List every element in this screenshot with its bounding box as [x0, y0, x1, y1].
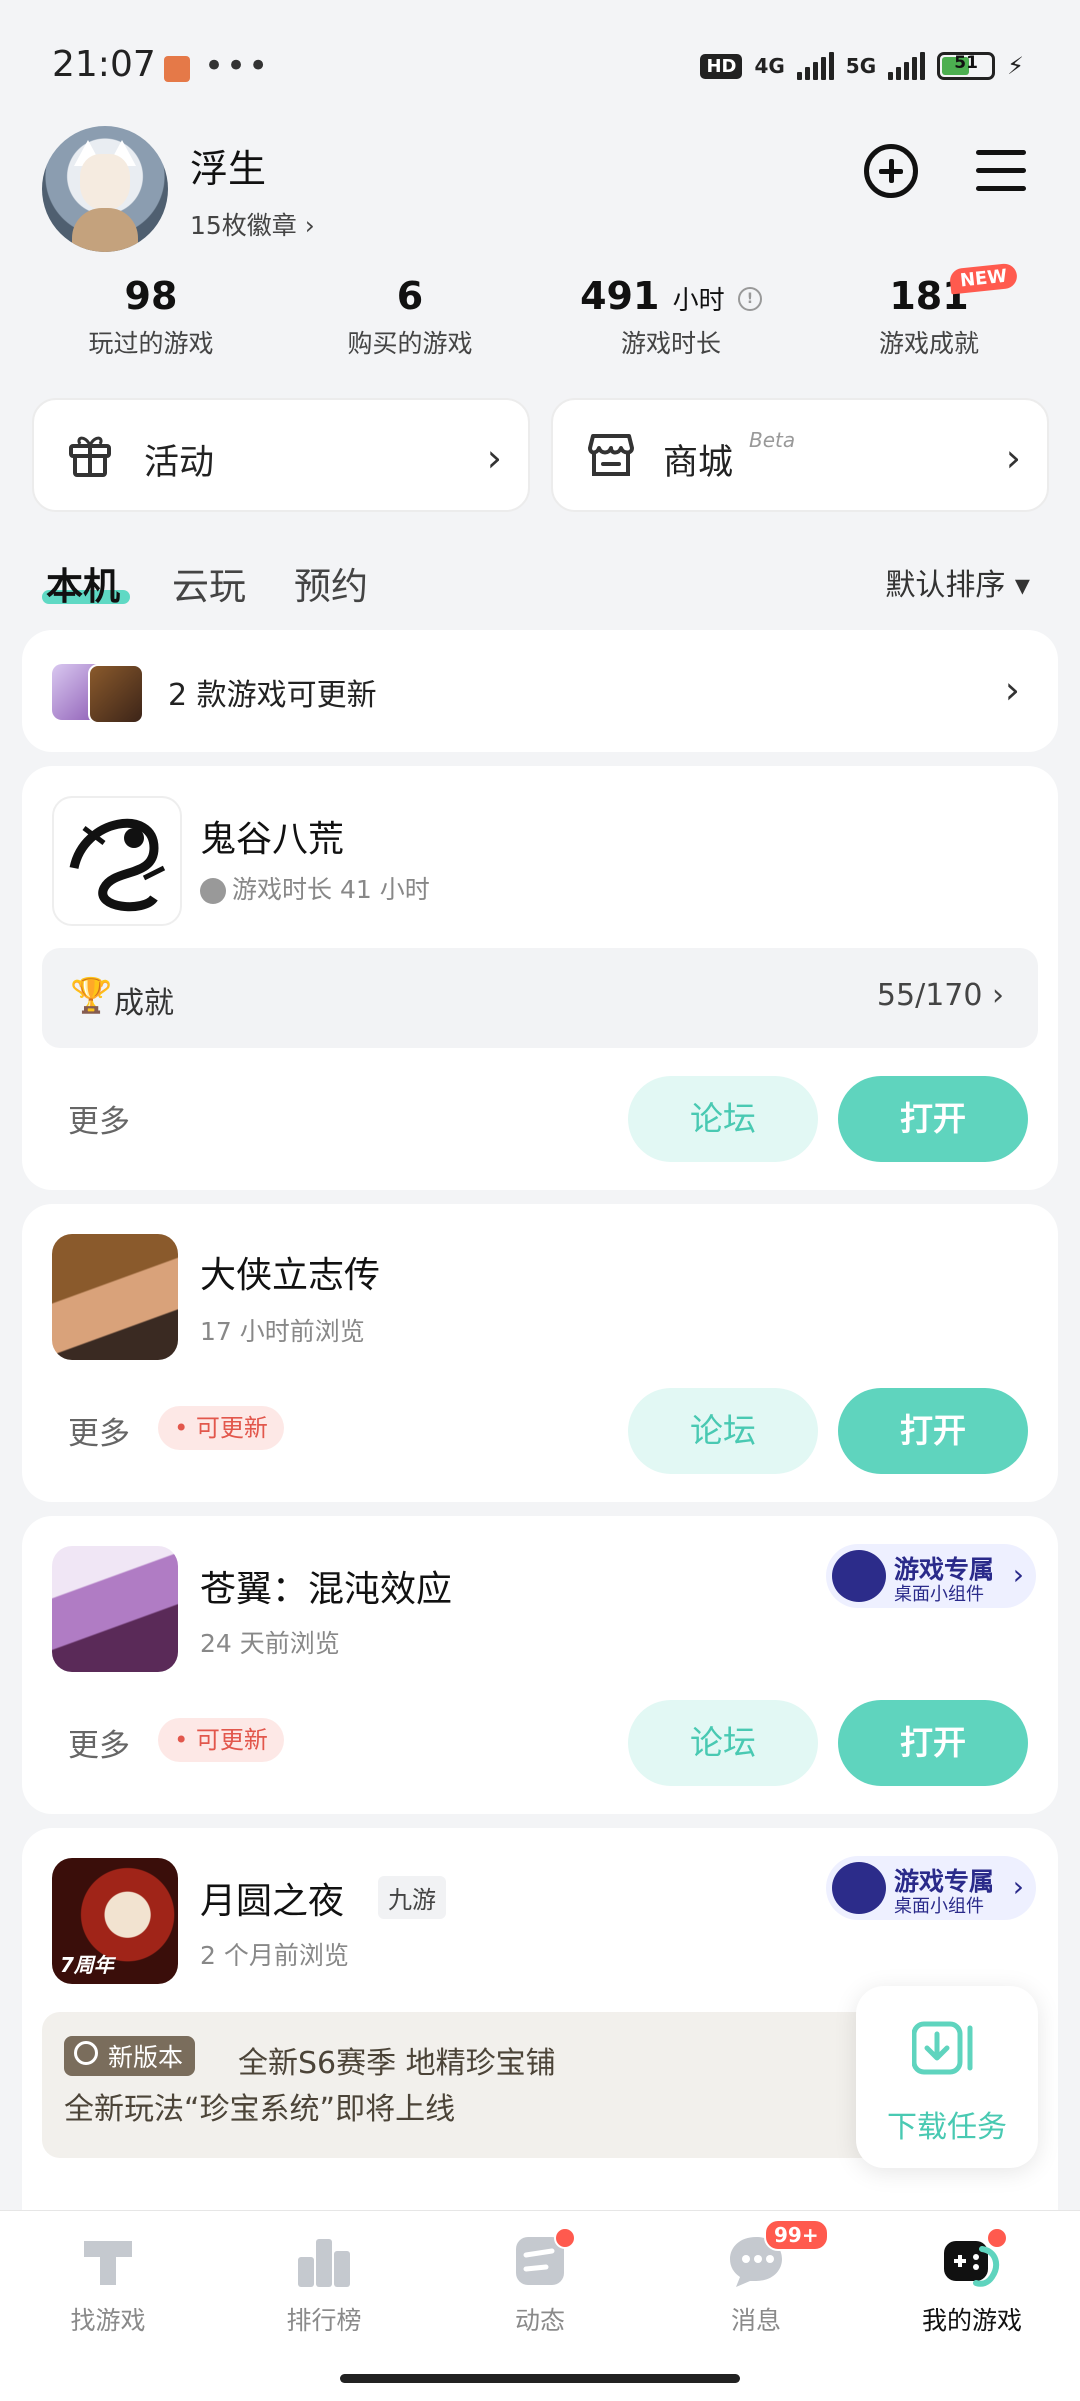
message-icon: 99+ [726, 2219, 829, 2291]
game-card: 鬼谷八荒 游戏时长 41 小时 🏆 成就 55/170 › 更多 论坛 打开 [22, 766, 1058, 1190]
open-button[interactable]: 打开 [838, 1076, 1028, 1162]
beta-tag: Beta [749, 428, 796, 452]
store-entry[interactable]: 商城 Beta › [551, 398, 1049, 512]
more-button[interactable]: 更多 [68, 1408, 130, 1453]
feed-icon [510, 2227, 576, 2291]
achievement-count: 55/170 › [876, 978, 1004, 1013]
bottom-nav: 找游戏 排行榜 动态 99+ 消息 我的游戏 [0, 2210, 1080, 2401]
news-line-2: 全新玩法“珍宝系统”即将上线 [64, 2092, 456, 2127]
stat-achievements[interactable]: 181 游戏成就 [794, 274, 1064, 360]
mi-notification-icon [164, 56, 190, 82]
news-line-1: 全新S6赛季 地精珍宝铺 [238, 2046, 556, 2081]
game-subtitle: 2 个月前浏览 [200, 1941, 349, 1970]
game-subtitle: 24 天前浏览 [200, 1629, 340, 1658]
activity-label: 活动 [144, 443, 215, 483]
message-count-badge: 99+ [764, 2219, 829, 2251]
game-icon-yueyuan[interactable]: 7周年 [52, 1858, 178, 1984]
home-indicator[interactable] [340, 2374, 740, 2383]
achievement-label: 成就 [114, 986, 174, 1021]
nav-messages[interactable]: 99+ 消息 [666, 2219, 846, 2337]
game-title[interactable]: 月圆之夜 [200, 1872, 344, 1924]
more-button[interactable]: 更多 [68, 1096, 130, 1141]
signal-icon [796, 52, 834, 80]
gamepad-icon [832, 1862, 886, 1914]
timer-icon [200, 878, 226, 904]
update-game-icons [52, 664, 146, 724]
open-button[interactable]: 打开 [838, 1700, 1028, 1786]
tab-reserve[interactable]: 预约 [294, 556, 368, 610]
game-icon-cangyi[interactable] [52, 1546, 178, 1672]
update-badge: • 可更新 [158, 1718, 284, 1762]
tab-local[interactable]: 本机 [46, 556, 120, 610]
red-dot [554, 2227, 576, 2249]
game-subtitle: 游戏时长 41 小时 [200, 870, 430, 906]
trophy-icon: 🏆 [70, 976, 113, 1016]
download-icon [912, 2021, 973, 2075]
widget-tag[interactable]: 游戏专属 桌面小组件 › [826, 1856, 1036, 1920]
stat-purchased[interactable]: 6 购买的游戏 [275, 274, 545, 360]
forum-button[interactable]: 论坛 [628, 1700, 818, 1786]
game-card: 苍翼：混沌效应 24 天前浏览 游戏专属 桌面小组件 › 更多 • 可更新 论坛… [22, 1516, 1058, 1814]
stat-played[interactable]: 98 玩过的游戏 [16, 274, 286, 360]
chevron-right-icon: › [486, 436, 502, 480]
more-notifications-icon: ••• [204, 46, 271, 86]
avatar[interactable] [42, 126, 168, 252]
download-label: 下载任务 [887, 2110, 1007, 2145]
net-4g-label: 4G [754, 54, 785, 78]
new-version-tag: 新版本 [64, 2036, 196, 2076]
update-text: 2 款游戏可更新 [168, 678, 377, 713]
ranking-icon [294, 2231, 354, 2291]
game-icon-daxia[interactable] [52, 1234, 178, 1360]
store-icon [588, 434, 634, 476]
chevron-right-icon: › [1004, 668, 1020, 712]
game-icon-guigu[interactable] [52, 796, 182, 926]
hd-icon: HD [700, 53, 743, 79]
open-button[interactable]: 打开 [838, 1388, 1028, 1474]
status-time: 21:07 [52, 44, 156, 85]
game-card: 大侠立志传 17 小时前浏览 更多 • 可更新 论坛 打开 [22, 1204, 1058, 1502]
achievement-row[interactable]: 🏆 成就 55/170 › [42, 948, 1038, 1048]
chevron-right-icon: › [1005, 436, 1021, 480]
icon-caption: 7周年 [60, 1953, 114, 1977]
update-badge: • 可更新 [158, 1406, 284, 1450]
activity-entry[interactable]: 活动 › [32, 398, 530, 512]
red-dot [986, 2227, 1008, 2249]
status-indicators: HD 4G 5G 51 ⚡ [700, 52, 1024, 80]
nav-my-games[interactable]: 我的游戏 [882, 2227, 1062, 2337]
more-button[interactable]: 更多 [68, 1720, 130, 1765]
chevron-right-icon: › [1012, 1558, 1024, 1591]
game-subtitle: 17 小时前浏览 [200, 1317, 365, 1346]
net-5g-label: 5G [845, 54, 877, 78]
charging-icon: ⚡ [1007, 52, 1024, 80]
stat-playtime[interactable]: 491 小时 ! 游戏时长 [536, 274, 806, 360]
gamepad-icon [832, 1550, 886, 1602]
game-title[interactable]: 鬼谷八荒 [200, 810, 344, 862]
info-icon: ! [737, 286, 762, 311]
badges-link[interactable]: 15枚徽章 › [190, 206, 315, 242]
username[interactable]: 浮生 [190, 138, 266, 193]
tab-cloud[interactable]: 云玩 [172, 556, 246, 610]
store-label: 商城 [663, 443, 734, 483]
add-button[interactable] [864, 144, 918, 198]
update-available-row[interactable]: 2 款游戏可更新 › [22, 630, 1058, 752]
nav-ranking[interactable]: 排行榜 [234, 2231, 414, 2337]
forum-button[interactable]: 论坛 [628, 1076, 818, 1162]
game-title[interactable]: 苍翼：混沌效应 [200, 1560, 452, 1612]
chevron-right-icon: › [1012, 1870, 1024, 1903]
battery-icon: 51 [937, 52, 996, 80]
widget-tag[interactable]: 游戏专属 桌面小组件 › [826, 1544, 1036, 1608]
signal-icon-2 [888, 52, 926, 80]
forum-button[interactable]: 论坛 [628, 1388, 818, 1474]
menu-icon[interactable] [976, 150, 1026, 192]
game-title[interactable]: 大侠立志传 [200, 1246, 380, 1298]
gift-icon [69, 436, 111, 477]
nav-find-games[interactable]: 找游戏 [18, 2231, 198, 2337]
find-games-icon [78, 2231, 138, 2291]
my-games-icon [942, 2227, 1008, 2291]
sort-dropdown[interactable]: 默认排序 ▾ [885, 560, 1030, 604]
platform-tag: 九游 [378, 1876, 446, 1919]
download-tasks-button[interactable]: 下载任务 [856, 1986, 1038, 2168]
nav-feed[interactable]: 动态 [450, 2227, 630, 2337]
